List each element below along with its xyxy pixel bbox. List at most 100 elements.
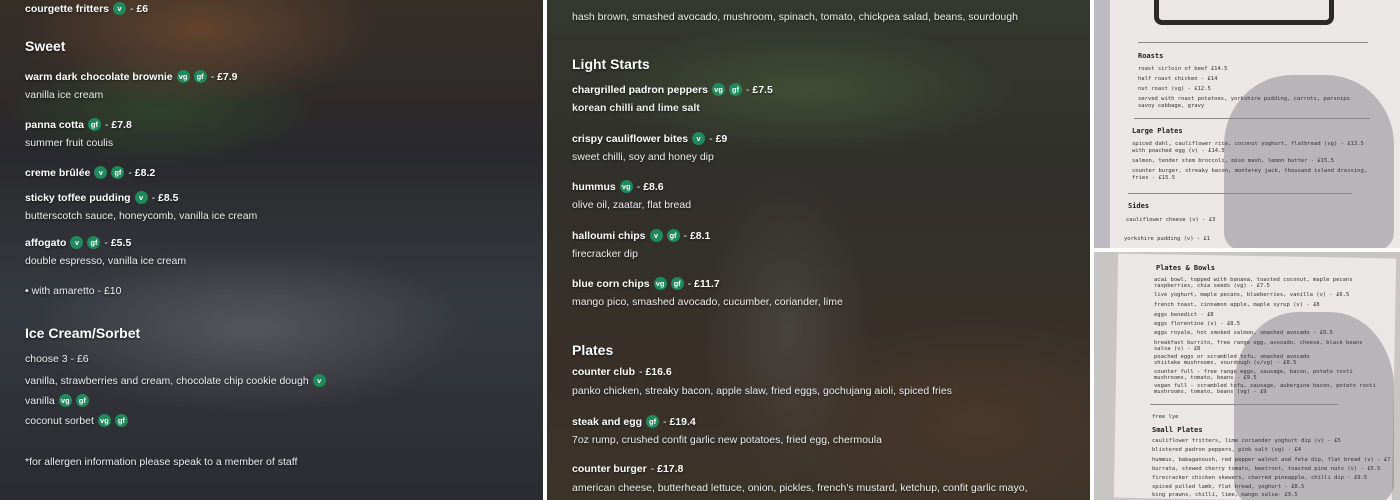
divider bbox=[1150, 404, 1338, 405]
item-name: courgette fritters bbox=[25, 2, 110, 15]
plate-line: shiitake mushrooms, sourdough (v/vg) - £… bbox=[1154, 360, 1297, 366]
price-value: £17.8 bbox=[657, 463, 684, 475]
diet-badge-gf: gf bbox=[666, 229, 680, 242]
item-name: crispy cauliflower bites bbox=[572, 132, 689, 145]
menu-item-name: hummus vg - £8.6 bbox=[572, 180, 664, 193]
item-description: korean chilli and lime salt bbox=[572, 102, 700, 114]
paper-menu-photo-roasts: Roasts roast sirloin of beef £14.5 half … bbox=[1094, 0, 1400, 248]
small-plate-line: cauliflower fritters, lime coriander yog… bbox=[1152, 438, 1341, 444]
diet-badge-v: v bbox=[94, 166, 108, 179]
diet-badge-gf: gf bbox=[728, 83, 742, 96]
item-description: olive oil, zaatar, flat bread bbox=[572, 199, 692, 211]
price-value: £5.5 bbox=[110, 236, 132, 249]
side-line: cauliflower cheese (v) - £3 bbox=[1126, 217, 1216, 223]
section-heading-ice-cream: Ice Cream/Sorbet bbox=[25, 325, 141, 341]
diet-badge-gf: gf bbox=[193, 70, 207, 83]
flavour-name: coconut sorbet bbox=[25, 414, 94, 427]
large-plate-line: salmon, tender stem broccoli, miso mash,… bbox=[1132, 158, 1334, 164]
plate-line: eggs florentine (v) - £8.5 bbox=[1154, 321, 1241, 327]
diet-badge-gf: gf bbox=[646, 415, 660, 428]
price-value: £6 bbox=[136, 2, 149, 15]
plate-line: mushrooms, tomato, beans - £9.5 bbox=[1154, 375, 1257, 381]
item-price: - £8.1 bbox=[683, 229, 711, 242]
item-description: butterscotch sauce, honeycomb, vanilla i… bbox=[25, 210, 258, 222]
diet-badge-gf: gf bbox=[670, 277, 684, 290]
price-value: £9 bbox=[715, 132, 728, 145]
sides-heading: Sides bbox=[1128, 202, 1150, 210]
item-description: hash brown, smashed avocado, mushroom, s… bbox=[572, 11, 1018, 23]
item-name: hummus bbox=[572, 180, 616, 193]
plate-line: salsa (v) - £8 bbox=[1154, 346, 1201, 352]
diet-badge-vg: vg bbox=[711, 83, 725, 96]
diet-badge-vg: vg bbox=[619, 180, 633, 193]
item-price: - £6 bbox=[130, 2, 149, 15]
small-plate-line: burrata, stewed cherry tomato, beetroot,… bbox=[1152, 466, 1381, 472]
item-name: warm dark chocolate brownie bbox=[25, 70, 173, 83]
item-description: firecracker dip bbox=[572, 248, 638, 260]
large-plate-line: fries - £15.5 bbox=[1132, 175, 1176, 181]
item-price: - £8.6 bbox=[636, 180, 664, 193]
item-name: counter burger bbox=[572, 463, 647, 475]
section-heading-light-starts: Light Starts bbox=[572, 56, 650, 72]
diet-badge-vg: vg bbox=[653, 277, 667, 290]
menu-item-name: creme brûlée v gf - £8.2 bbox=[25, 166, 155, 179]
item-price: - £9 bbox=[709, 132, 728, 145]
diet-badge-gf: gf bbox=[114, 414, 128, 427]
diet-badge-v: v bbox=[692, 132, 706, 145]
plates-bowls-heading: Plates & Bowls bbox=[1156, 264, 1216, 272]
item-name: halloumi chips bbox=[572, 229, 646, 242]
item-description: 7oz rump, crushed confit garlic new pota… bbox=[572, 434, 882, 446]
menu-photo-light-starts: hash brown, smashed avocado, mushroom, s… bbox=[547, 0, 1090, 500]
section-heading-sweet: Sweet bbox=[25, 38, 66, 54]
menu-item-name: halloumi chips v gf - £8.1 bbox=[572, 229, 710, 242]
diet-badge-v: v bbox=[113, 2, 127, 15]
menu-item-name: counter club - £16.6 bbox=[572, 366, 672, 378]
diet-badge-v: v bbox=[70, 236, 84, 249]
price-value: £16.6 bbox=[645, 366, 672, 378]
roast-line: half roast chicken - £14 bbox=[1138, 76, 1218, 82]
item-price: - £5.5 bbox=[104, 236, 132, 249]
diet-badge-vg: vg bbox=[176, 70, 190, 83]
item-price: - £16.6 bbox=[639, 366, 672, 378]
small-plate-line: blistered padron peppers, pink salt (vg)… bbox=[1152, 447, 1302, 453]
flavour-name: vanilla bbox=[25, 394, 55, 407]
item-name: affogato bbox=[25, 236, 67, 249]
small-plate-line: spiced pulled lamb, flat bread, yoghurt … bbox=[1152, 484, 1305, 490]
plate-line: french toast, cinnamon apple, maple syru… bbox=[1154, 302, 1320, 308]
paper-menu-photo-plates: Plates & Bowls acai bowl, topped with ba… bbox=[1094, 252, 1400, 500]
diet-badge-vg: vg bbox=[58, 394, 72, 407]
divider bbox=[1128, 193, 1352, 194]
diet-badge-v: v bbox=[312, 374, 326, 387]
small-plate-line: firecracker chicken skewers, charred pin… bbox=[1152, 475, 1368, 481]
small-plate-line: king prawns, chilli, lime, mango salsa- … bbox=[1152, 492, 1298, 498]
price-value: £8.6 bbox=[643, 180, 664, 193]
plate-line: eggs benedict - £8 bbox=[1154, 312, 1214, 318]
diet-badge-v: v bbox=[134, 191, 148, 204]
item-price: - £19.4 bbox=[663, 415, 696, 428]
free-note: free lye bbox=[1152, 414, 1179, 420]
price-value: £7.9 bbox=[217, 70, 238, 83]
plate-line: mushrooms, tomato, beans (vg) - £9 bbox=[1154, 389, 1267, 395]
large-plate-line: counter burger, streaky bacon, monterey … bbox=[1132, 168, 1368, 174]
diet-badge-gf: gf bbox=[111, 166, 125, 179]
item-description: panko chicken, streaky bacon, apple slaw… bbox=[572, 385, 952, 397]
item-description: vanilla ice cream bbox=[25, 89, 104, 101]
divider bbox=[1138, 42, 1368, 43]
price-value: £7.5 bbox=[752, 83, 773, 96]
item-price: - £17.8 bbox=[650, 463, 684, 475]
section-heading-plates: Plates bbox=[572, 342, 614, 358]
flavour-item: vanilla vg gf bbox=[25, 394, 89, 407]
item-description: double espresso, vanilla ice cream bbox=[25, 255, 187, 267]
diet-badge-gf: gf bbox=[87, 236, 101, 249]
item-price: - £7.5 bbox=[745, 83, 773, 96]
menu-item-name: counter burger - £17.8 bbox=[572, 463, 683, 475]
addon-amaretto: • with amaretto - £10 bbox=[25, 285, 122, 297]
item-name: counter club bbox=[572, 366, 636, 378]
item-name: panna cotta bbox=[25, 118, 84, 131]
plate-line: raspberries, chia seeds (vg) - £7.5 bbox=[1154, 283, 1270, 289]
small-plate-line: hummus, babaganoush, red pepper walnut a… bbox=[1152, 457, 1391, 463]
item-name: blue corn chips bbox=[572, 277, 650, 290]
price-value: £8.2 bbox=[134, 166, 156, 179]
menu-item-name: steak and egg gf - £19.4 bbox=[572, 415, 696, 428]
menu-text-overlay: courgette fritters v - £6 Sweet warm dark c… bbox=[0, 0, 543, 500]
